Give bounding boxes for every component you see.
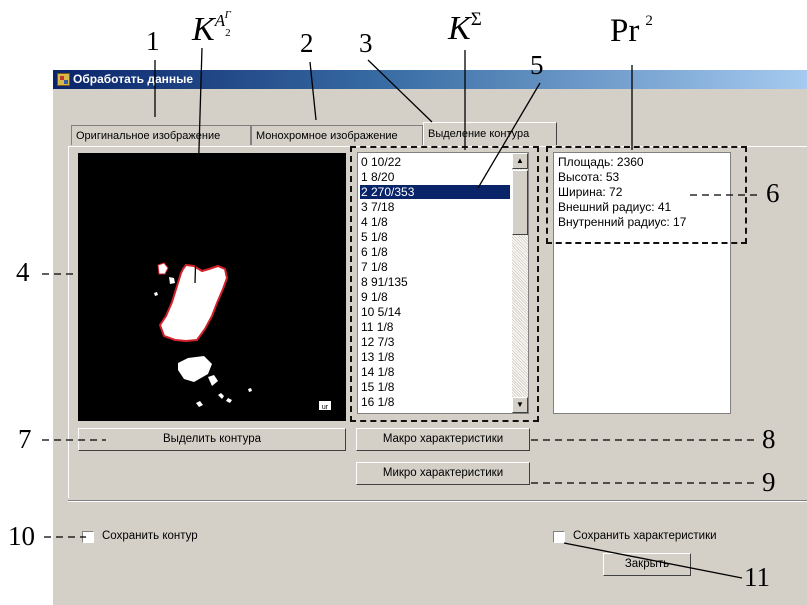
save-characteristics-checkbox[interactable] bbox=[553, 531, 565, 543]
save-contour-label: Сохранить контур bbox=[102, 530, 198, 542]
annotation-11: 11 bbox=[744, 562, 770, 592]
pr-sup: 2 bbox=[645, 13, 653, 29]
contour-image-view: ur bbox=[78, 153, 346, 421]
tab-original-image[interactable]: Оригинальное изображение bbox=[71, 125, 251, 145]
tab-contour-extraction[interactable]: Выделение контура bbox=[423, 122, 557, 145]
save-characteristics-label: Сохранить характеристики bbox=[573, 530, 717, 542]
k-a2-sub: 2 bbox=[225, 27, 231, 39]
title-bar[interactable]: Обработать данные bbox=[53, 70, 807, 89]
k-a2-sup: A bbox=[214, 11, 226, 30]
k-sigma-sup: Σ bbox=[470, 9, 482, 30]
contour-image: ur bbox=[154, 262, 331, 411]
tab-label: Монохромное изображение bbox=[256, 130, 398, 142]
tab-label: Выделение контура bbox=[428, 128, 530, 140]
annotation-2: 2 bbox=[300, 28, 314, 58]
annotation-3: 3 bbox=[359, 28, 373, 58]
watermark-text: ur bbox=[322, 404, 329, 411]
k-a2-supsup: Г bbox=[224, 9, 231, 21]
pr-base: Pr bbox=[610, 13, 640, 49]
tab-monochrome-image[interactable]: Монохромное изображение bbox=[251, 125, 423, 145]
annotation-7: 7 bbox=[18, 424, 32, 454]
app-icon bbox=[57, 73, 70, 86]
micro-characteristics-button[interactable]: Микро характеристики bbox=[356, 462, 530, 485]
annotation-pr2: Pr 2 bbox=[610, 14, 653, 48]
annotation-k-sigma: KΣ bbox=[448, 10, 482, 46]
annotation-10: 10 bbox=[8, 521, 35, 551]
annotation-5: 5 bbox=[530, 50, 544, 80]
bottom-separator bbox=[68, 500, 807, 502]
annotation-8: 8 bbox=[762, 424, 776, 454]
characteristics-annotation-box bbox=[546, 146, 747, 244]
save-contour-checkbox[interactable] bbox=[82, 531, 94, 543]
annotation-9: 9 bbox=[762, 467, 776, 497]
select-contours-button[interactable]: Выделить контура bbox=[78, 428, 346, 451]
annotation-k-a2: KA2 Г bbox=[192, 10, 231, 47]
annotation-6: 6 bbox=[766, 178, 780, 208]
annotation-4: 4 bbox=[16, 257, 30, 287]
k-a2-base: K bbox=[192, 11, 215, 48]
close-button[interactable]: Закрыть bbox=[603, 553, 691, 576]
window-title: Обработать данные bbox=[73, 72, 194, 86]
tab-label: Оригинальное изображение bbox=[76, 130, 221, 142]
annotation-1: 1 bbox=[146, 26, 160, 56]
list-annotation-box bbox=[350, 146, 539, 422]
macro-characteristics-button[interactable]: Макро характеристики bbox=[356, 428, 530, 451]
k-sigma-base: K bbox=[448, 10, 471, 47]
